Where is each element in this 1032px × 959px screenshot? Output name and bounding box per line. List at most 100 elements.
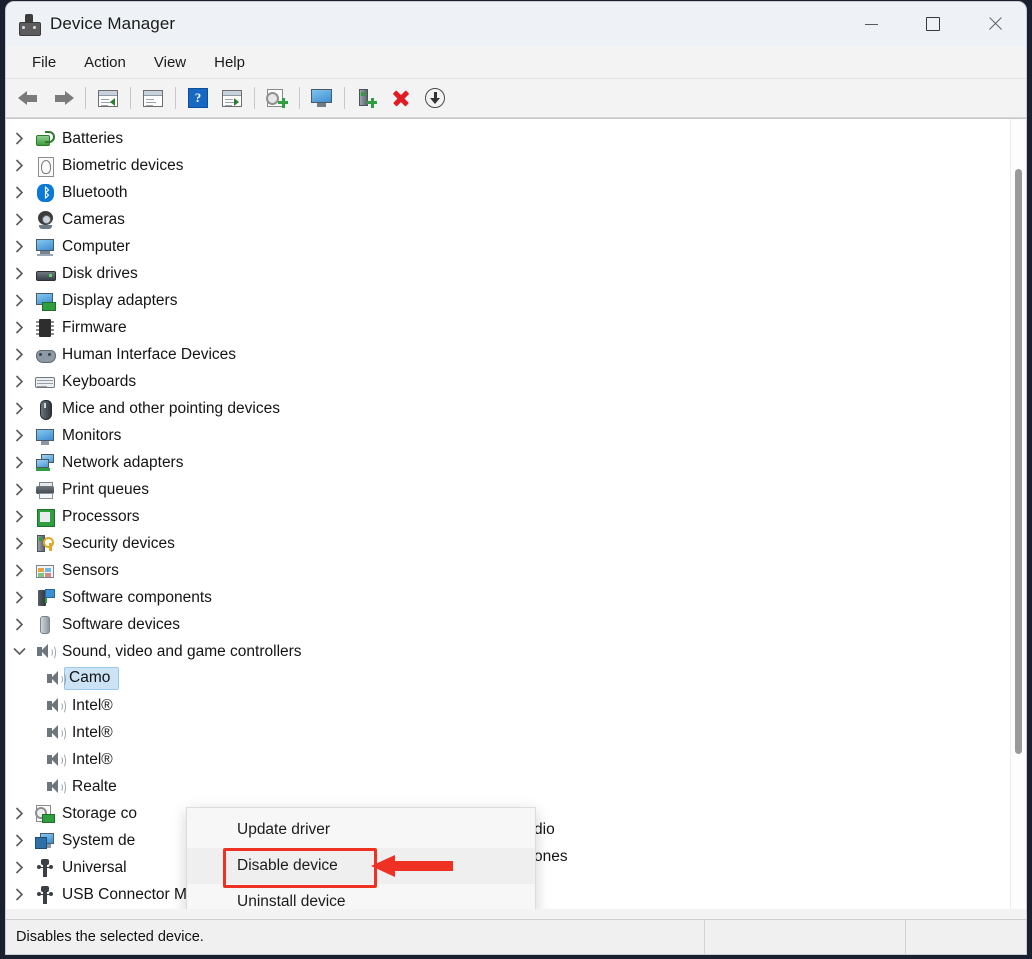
- tree-item-label: Monitors: [58, 427, 121, 445]
- menu-help[interactable]: Help: [202, 50, 257, 75]
- sound-icon: [32, 642, 58, 662]
- show-hide-console-tree-button[interactable]: [136, 83, 170, 113]
- context-menu-item-disable-device[interactable]: Disable device: [187, 848, 535, 884]
- properties-icon: [222, 90, 242, 107]
- tree-item-security-devices[interactable]: Security devices: [6, 530, 1026, 557]
- chevron-right-icon[interactable]: [6, 159, 32, 172]
- occluded-label-tail-headphones: ones: [534, 848, 568, 866]
- tree-item-label: Keyboards: [58, 373, 136, 391]
- forward-button[interactable]: [46, 83, 80, 113]
- chevron-right-icon[interactable]: [6, 213, 32, 226]
- tree-item-sound-video-and-game-controllers[interactable]: Sound, video and game controllers: [6, 638, 1026, 665]
- vertical-scrollbar[interactable]: [1010, 119, 1026, 909]
- enable-device-button[interactable]: [350, 83, 384, 113]
- update-driver-button[interactable]: [260, 83, 294, 113]
- back-button[interactable]: [12, 83, 46, 113]
- tree-item-sensors[interactable]: Sensors: [6, 557, 1026, 584]
- uninstall-device-button[interactable]: [384, 83, 418, 113]
- bluetooth-icon: ᛒ: [32, 183, 58, 203]
- red-x-icon: [391, 88, 411, 108]
- camera-icon: [32, 210, 58, 230]
- tree-item-realtek-audio[interactable]: Realte: [6, 773, 1026, 800]
- monitor-icon: [32, 426, 58, 446]
- tree-item-network-adapters[interactable]: Network adapters: [6, 449, 1026, 476]
- chevron-right-icon[interactable]: [6, 510, 32, 523]
- tree-item-software-components[interactable]: Software components: [6, 584, 1026, 611]
- chevron-right-icon[interactable]: [6, 888, 32, 901]
- chevron-right-icon[interactable]: [6, 402, 32, 415]
- tree-item-label: Intel®: [68, 724, 113, 742]
- close-button[interactable]: [964, 2, 1026, 46]
- tree-item-disk-drives[interactable]: Disk drives: [6, 260, 1026, 287]
- tree-item-biometric-devices[interactable]: Biometric devices: [6, 152, 1026, 179]
- tree-item-processors[interactable]: Processors: [6, 503, 1026, 530]
- sound-icon: [42, 696, 68, 716]
- chevron-right-icon[interactable]: [6, 348, 32, 361]
- title-bar: Device Manager: [6, 2, 1026, 46]
- tree-item-intel-audio-1[interactable]: Intel®: [6, 692, 1026, 719]
- tree-item-label: Intel®: [68, 697, 113, 715]
- tree-item-display-adapters[interactable]: Display adapters: [6, 287, 1026, 314]
- chevron-right-icon[interactable]: [6, 807, 32, 820]
- maximize-button[interactable]: [902, 2, 964, 46]
- tree-item-label-selected: Camo: [64, 667, 119, 690]
- scrollbar-thumb[interactable]: [1015, 169, 1022, 754]
- up-one-level-button[interactable]: [91, 83, 125, 113]
- scan-hardware-icon: [311, 89, 333, 108]
- tree-item-print-queues[interactable]: Print queues: [6, 476, 1026, 503]
- chevron-right-icon[interactable]: [6, 294, 32, 307]
- tree-item-camo[interactable]: Camo: [6, 665, 1026, 692]
- menu-view[interactable]: View: [142, 50, 198, 75]
- tree-item-label: Software devices: [58, 616, 180, 634]
- help-button[interactable]: ?: [181, 83, 215, 113]
- enable-device-icon: [358, 89, 376, 108]
- tree-item-monitors[interactable]: Monitors: [6, 422, 1026, 449]
- chevron-right-icon[interactable]: [6, 618, 32, 631]
- context-menu-item-update-driver[interactable]: Update driver: [187, 812, 535, 848]
- menu-action[interactable]: Action: [72, 50, 138, 75]
- toolbar-separator: [85, 87, 86, 109]
- chevron-right-icon[interactable]: [6, 321, 32, 334]
- tree-item-intel-audio-2[interactable]: Intel®: [6, 719, 1026, 746]
- chevron-right-icon[interactable]: [6, 456, 32, 469]
- tree-item-label: Computer: [58, 238, 130, 256]
- tree-item-computer[interactable]: Computer: [6, 233, 1026, 260]
- chevron-right-icon[interactable]: [6, 186, 32, 199]
- tree-item-intel-audio-3[interactable]: Intel®: [6, 746, 1026, 773]
- tree-item-software-devices[interactable]: Software devices: [6, 611, 1026, 638]
- tree-item-firmware[interactable]: Firmware: [6, 314, 1026, 341]
- up-level-icon: [98, 90, 118, 107]
- chevron-right-icon[interactable]: [6, 834, 32, 847]
- chevron-right-icon[interactable]: [6, 240, 32, 253]
- tree-item-bluetooth[interactable]: ᛒ Bluetooth: [6, 179, 1026, 206]
- sensor-icon: [32, 561, 58, 581]
- chevron-right-icon[interactable]: [6, 267, 32, 280]
- tree-item-keyboards[interactable]: Keyboards: [6, 368, 1026, 395]
- chevron-right-icon[interactable]: [6, 591, 32, 604]
- network-adapter-icon: [32, 453, 58, 473]
- chevron-right-icon[interactable]: [6, 132, 32, 145]
- menu-file[interactable]: File: [20, 50, 68, 75]
- disable-device-button[interactable]: [418, 83, 452, 113]
- tree-item-human-interface-devices[interactable]: Human Interface Devices: [6, 341, 1026, 368]
- chevron-right-icon[interactable]: [6, 861, 32, 874]
- forward-arrow-icon: [52, 89, 74, 107]
- chevron-right-icon[interactable]: [6, 375, 32, 388]
- chevron-right-icon[interactable]: [6, 429, 32, 442]
- tree-item-batteries[interactable]: Batteries: [6, 125, 1026, 152]
- status-message: Disables the selected device.: [6, 920, 705, 954]
- sound-icon: [42, 777, 68, 797]
- context-menu-item-uninstall-device[interactable]: Uninstall device: [187, 884, 535, 909]
- chevron-right-icon[interactable]: [6, 564, 32, 577]
- chevron-right-icon[interactable]: [6, 483, 32, 496]
- minimize-button[interactable]: [840, 2, 902, 46]
- tree-item-label: Sound, video and game controllers: [58, 643, 302, 661]
- tree-item-label: Intel®: [68, 751, 113, 769]
- tree-item-mice-and-other-pointing-devices[interactable]: Mice and other pointing devices: [6, 395, 1026, 422]
- scan-for-hardware-changes-button[interactable]: [305, 83, 339, 113]
- properties-button[interactable]: [215, 83, 249, 113]
- chevron-down-icon[interactable]: [6, 647, 32, 656]
- sound-icon: [42, 723, 68, 743]
- chevron-right-icon[interactable]: [6, 537, 32, 550]
- tree-item-cameras[interactable]: Cameras: [6, 206, 1026, 233]
